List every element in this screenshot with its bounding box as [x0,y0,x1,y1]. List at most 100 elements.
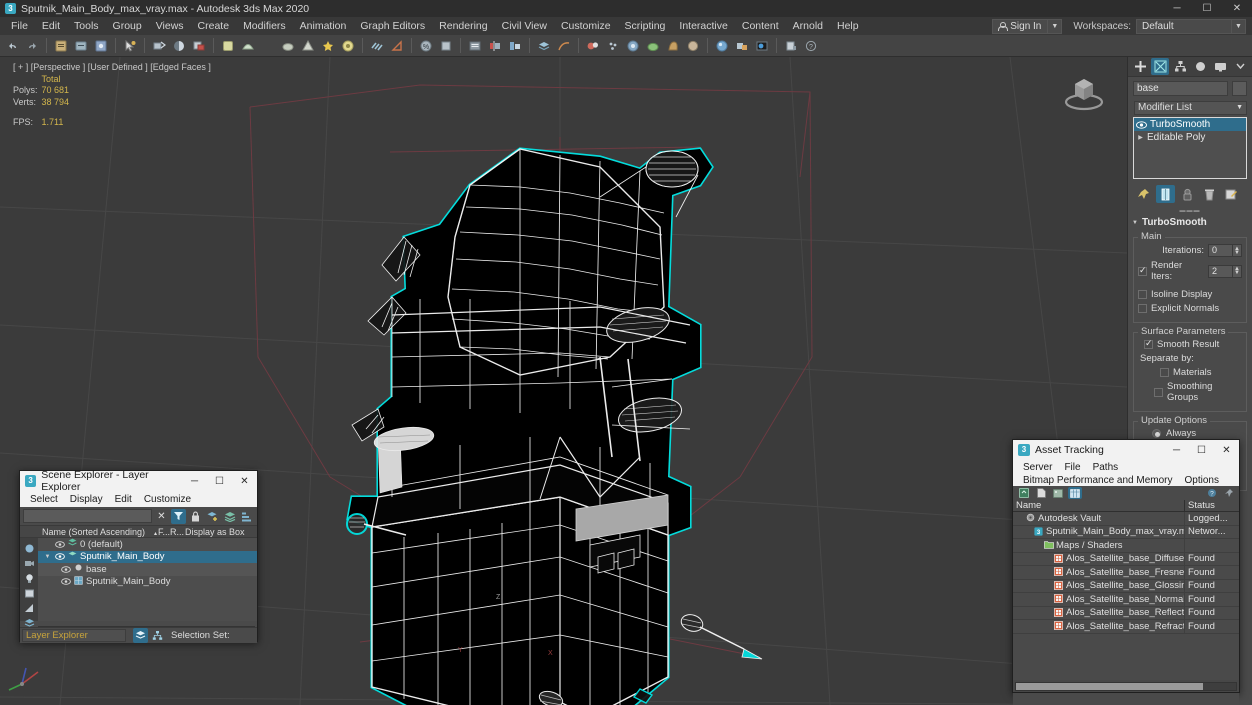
configure-sets-icon[interactable] [1222,185,1241,203]
scrollbar-thumb[interactable] [1016,683,1203,690]
camera-filter-icon[interactable] [22,556,37,570]
open-explorer-icon[interactable] [733,37,751,55]
scene-explorer-maximize[interactable]: ☐ [207,471,232,491]
select-all-icon[interactable] [22,541,37,555]
menu-views[interactable]: Views [149,18,191,34]
render-iters-spinner[interactable]: 2 ▲ ▼ [1208,264,1242,278]
iterations-value[interactable]: 0 [1209,245,1232,256]
menu-civil-view[interactable]: Civil View [495,18,554,34]
refresh-icon[interactable] [1017,487,1031,499]
at-menu-paths[interactable]: Paths [1087,461,1125,474]
scale-icon[interactable] [259,37,277,55]
unlink-icon[interactable] [72,37,90,55]
menu-group[interactable]: Group [106,18,149,34]
table-row[interactable]: 3 Sputnik_Main_Body_max_vray.max Networ.… [1013,525,1239,539]
utilities-tab[interactable] [1231,58,1249,75]
workspaces-select[interactable]: Default ▼ [1136,18,1246,34]
always-radio[interactable] [1152,429,1161,438]
se-menu-select[interactable]: Select [24,493,64,506]
menu-animation[interactable]: Animation [293,18,354,34]
spinner-arrows-icon[interactable]: ▲ ▼ [1232,245,1241,256]
remove-modifier-icon[interactable] [1200,185,1219,203]
smooth-result-checkbox[interactable] [1144,338,1153,349]
asset-list[interactable]: Name Status Autodesk Vault Logged... 3 S… [1013,500,1239,680]
select-and-manipulate-icon[interactable] [339,37,357,55]
menu-scripting[interactable]: Scripting [618,18,673,34]
modifier-stack-item-turbosmooth[interactable]: TurboSmooth [1134,118,1246,131]
view-cube[interactable] [1061,68,1107,112]
se-menu-display[interactable]: Display [64,493,109,506]
curve-editor-icon[interactable] [555,37,573,55]
snap-toggle-icon[interactable] [368,37,386,55]
asset-column-status[interactable]: Status [1185,500,1239,511]
render-in-cloud-icon[interactable] [713,37,731,55]
helper-filter-icon[interactable] [22,601,37,615]
object-name-input[interactable]: base [1133,81,1228,96]
sign-in-button[interactable]: Sign In ▼ [992,18,1063,34]
select-link-icon[interactable] [52,37,70,55]
modifier-stack-item-editable-poly[interactable]: ▶ Editable Poly [1134,131,1246,144]
render-iters-checkbox[interactable] [1138,265,1147,276]
menu-arnold[interactable]: Arnold [786,18,830,34]
percent-snap-icon[interactable]: % [417,37,435,55]
smooth-result-row[interactable]: Smooth Result [1138,338,1242,350]
render-preview-icon[interactable] [684,37,702,55]
angle-snap-icon[interactable] [388,37,406,55]
scene-explorer-titlebar[interactable]: 3 Scene Explorer - Layer Explorer ─ ☐ ✕ [20,469,257,493]
object-color-swatch[interactable] [1232,81,1247,96]
list-item[interactable]: 0 (default) [38,538,257,551]
menu-help[interactable]: Help [830,18,866,34]
render-production-icon[interactable] [664,37,682,55]
select-object-icon[interactable] [121,37,139,55]
asset-tracking-titlebar[interactable]: 3 Asset Tracking ─ ☐ ✕ [1013,440,1239,460]
iterations-spinner[interactable]: 0 ▲ ▼ [1208,244,1242,257]
explorer-name-field[interactable]: Layer Explorer [22,629,126,642]
table-row[interactable]: Alos_Satellite_base_Fresnel.png Found [1013,566,1239,580]
render-frame-icon[interactable] [644,37,662,55]
se-menu-edit[interactable]: Edit [109,493,138,506]
smoothing-groups-row[interactable]: Smoothing Groups [1138,381,1242,403]
asset-tracking-maximize[interactable]: ☐ [1189,440,1214,460]
menu-edit[interactable]: Edit [35,18,67,34]
scene-explorer-list[interactable]: 0 (default) ▼ Sputnik_Main_Body base Spu [38,538,257,621]
table-view-icon[interactable] [1068,487,1082,499]
asset-tracking-close[interactable]: ✕ [1214,440,1239,460]
list-item[interactable]: Sputnik_Main_Body [38,576,257,589]
menu-tools[interactable]: Tools [67,18,106,34]
table-row[interactable]: Autodesk Vault Logged... [1013,512,1239,526]
layer-toggle-icon[interactable] [133,628,148,643]
align-icon[interactable] [506,37,524,55]
modifier-stack[interactable]: TurboSmooth ▶ Editable Poly [1133,117,1247,179]
window-crossing-icon[interactable] [190,37,208,55]
edit-named-selection-icon[interactable] [466,37,484,55]
minimize-button[interactable]: ─ [1162,0,1192,17]
table-row[interactable]: Alos_Satellite_base_Normal.png Found [1013,593,1239,607]
scene-explorer-minimize[interactable]: ─ [182,471,207,491]
list-item[interactable]: ▼ Sputnik_Main_Body [38,550,257,563]
at-menu-file[interactable]: File [1058,461,1086,474]
menu-content[interactable]: Content [735,18,786,34]
spinner-arrows-icon[interactable]: ▲ ▼ [1232,265,1241,277]
add-layer-icon[interactable] [205,509,220,524]
menu-graph-editors[interactable]: Graph Editors [353,18,432,34]
layer-explorer-icon[interactable] [535,37,553,55]
at-menu-bitmap-performance[interactable]: Bitmap Performance and Memory [1017,474,1179,487]
pin-icon[interactable] [1222,487,1236,499]
table-row[interactable]: Alos_Satellite_base_Refraction.png Found [1013,620,1239,634]
material-editor-icon[interactable] [584,37,602,55]
modifier-list-dropdown[interactable]: Modifier List ▼ [1134,101,1247,115]
table-row[interactable]: Maps / Shaders [1013,539,1239,553]
motion-tab[interactable] [1191,58,1209,75]
explicit-normals-row[interactable]: Explicit Normals [1138,303,1242,314]
use-center-icon[interactable] [319,37,337,55]
help-icon[interactable]: ? [802,37,820,55]
project-folder-icon[interactable] [782,37,800,55]
at-menu-options[interactable]: Options [1179,474,1225,487]
shape-filter-icon[interactable] [22,586,37,600]
reference-coord-icon[interactable] [299,37,317,55]
redo-icon[interactable] [23,37,41,55]
chevron-right-icon[interactable]: ▶ [1136,134,1145,141]
isoline-display-checkbox[interactable] [1138,290,1147,299]
rotate-icon[interactable] [239,37,257,55]
eye-icon[interactable] [54,551,65,562]
